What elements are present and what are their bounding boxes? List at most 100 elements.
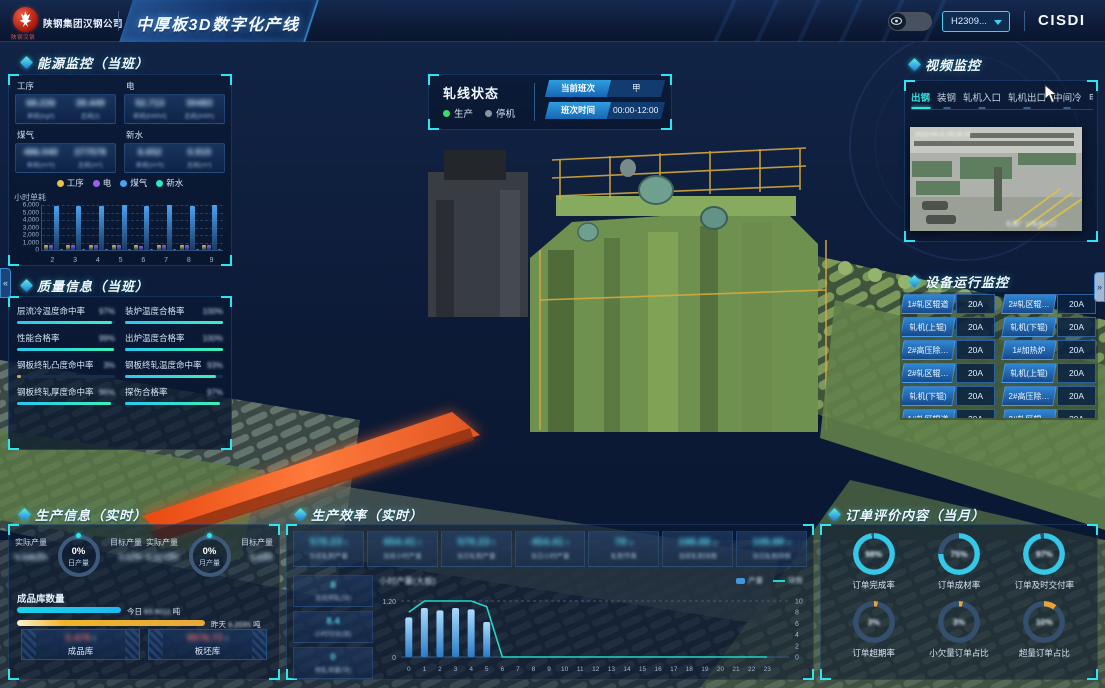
- efficiency-stat-label: 当日小时产量: [516, 550, 585, 560]
- hour-x-label: 5: [485, 666, 489, 673]
- equipment-row: 轧机(上辊)20A轧机(下辊)20A: [902, 317, 1096, 337]
- status-label: 生产: [454, 106, 473, 120]
- y-tick-label: 3,000: [23, 224, 39, 231]
- bar-煤气: [54, 206, 59, 250]
- donut-label: 小欠量订单占比: [916, 647, 1001, 659]
- production-gauge: 实际产量0.317万t0%月产量目标产量5.0万t: [144, 531, 275, 589]
- energy-stat-value: 0.915: [175, 147, 225, 158]
- panel-collapse-left[interactable]: «: [0, 268, 11, 298]
- bar-group: [178, 205, 201, 250]
- energy-stat-value: 52.713: [125, 98, 175, 109]
- bar-电: [49, 245, 53, 250]
- quality-metric-row: 出炉温度合格率100%: [125, 332, 223, 344]
- hour-x-label: 0: [407, 666, 411, 673]
- line-status-title: 轧线状态: [443, 83, 499, 102]
- energy-stat-unit: 总耗(m³): [175, 159, 225, 169]
- shift-field-value-text: 甲: [632, 80, 641, 97]
- energy-stat-unit: 单耗(kWh/t): [125, 110, 175, 120]
- donut-label: 订单及时交付率: [1002, 579, 1087, 591]
- shift-field[interactable]: 班次时间00:00-12:00: [545, 102, 665, 119]
- equipment-row: 2#高压除…20A1#加热炉20A: [902, 340, 1096, 360]
- energy-stat-unit: 总耗(kWh): [175, 110, 225, 120]
- production-gauge: 实际产量0.045万t0%日产量目标产量0.5万t: [13, 531, 144, 589]
- production-panel-title: 生产信息（实时）: [20, 505, 147, 524]
- inventory-card-unit: t: [226, 636, 228, 643]
- quality-metric-grid: 层流冷温度命中率97%装炉温度合格率100%性能合格率99%出炉温度合格率100…: [17, 305, 223, 405]
- quality-metric-label: 钢板终轧温度命中率: [125, 359, 202, 371]
- efficiency-mini-value: 8: [294, 580, 372, 591]
- equipment-panel-title: 设备运行监控: [910, 272, 1009, 291]
- quality-metric-fill: [125, 348, 223, 351]
- video-panel-title: 视频监控: [910, 55, 981, 74]
- hour-bar: [421, 608, 428, 657]
- equipment-row: 1#轧区辊道20A2#轧区辊…20A: [902, 294, 1096, 314]
- legend-marker: [736, 578, 745, 584]
- scheme-dropdown[interactable]: H2309...: [942, 11, 1010, 32]
- energy-stat: 277578总耗(m³): [66, 144, 116, 172]
- legend-item[interactable]: 工序: [57, 177, 84, 189]
- chevron-down-icon: [994, 20, 1002, 25]
- right-tick: 0: [795, 655, 799, 662]
- bar-group: [65, 205, 88, 250]
- y-tick-label: 2,000: [23, 232, 39, 239]
- legend-item[interactable]: 煤气: [120, 177, 147, 189]
- equipment-value: 20A: [956, 340, 995, 360]
- donut-percent: 98%: [831, 549, 916, 559]
- equipment-cell: 轧机(下辊)20A: [902, 386, 995, 406]
- video-tab-电动辊道[interactable]: 电动辊道: [1089, 90, 1093, 109]
- video-tab-轧机出口[interactable]: 轧机出口: [1008, 90, 1046, 109]
- inventory-card-label: 成品库: [22, 645, 139, 657]
- equipment-label: 1#轧区辊道: [902, 409, 956, 418]
- inventory-bar-text: 今日 63.6011 吨: [127, 606, 180, 617]
- equipment-label-text: 轧机(下辊): [1004, 318, 1054, 336]
- hour-x-label: 9: [547, 666, 551, 673]
- hour-x-label: 11: [577, 666, 584, 673]
- hour-bar: [483, 622, 490, 657]
- efficiency-mini-label: 当班开轧(块): [294, 592, 372, 602]
- efficiency-stat-value: 454.41 t: [516, 536, 585, 548]
- inventory-card-value: 8876.72 t: [149, 633, 266, 644]
- hour-x-label: 16: [655, 666, 663, 673]
- bar-工序: [44, 245, 48, 250]
- production-gauges: 实际产量0.045万t0%日产量目标产量0.5万t实际产量0.317万t0%月产…: [13, 531, 275, 589]
- bar-新水: [60, 249, 63, 250]
- legend-item[interactable]: 块数: [773, 575, 803, 586]
- ring-percent: 0%: [62, 546, 96, 557]
- legend-item[interactable]: 产量: [736, 575, 763, 586]
- efficiency-stat-value: 108.88 s: [737, 536, 806, 548]
- x-tick-label: 3: [64, 257, 87, 264]
- video-feed[interactable]: 2023-09-11 09:28:14 轧钢厂 1#轧机入口: [910, 127, 1082, 231]
- panel-collapse-right[interactable]: »: [1094, 272, 1105, 302]
- energy-group-box: 486.040单耗(m³/t)277578总耗(m³): [15, 143, 116, 173]
- right-tick: 2: [795, 643, 799, 650]
- video-tab-中间冷[interactable]: 中间冷: [1053, 90, 1082, 109]
- video-tab-轧机入口[interactable]: 轧机入口: [963, 90, 1001, 109]
- hour-x-label: 8: [532, 666, 536, 673]
- legend-label: 工序: [67, 177, 84, 189]
- quality-metric-track: [17, 402, 115, 405]
- quality-metric-row: 钢板终轧温度命中率93%: [125, 359, 223, 371]
- legend-item[interactable]: 新水: [156, 177, 183, 189]
- status-dot: [443, 110, 450, 117]
- legend-item[interactable]: 电: [93, 177, 112, 189]
- quality-metric-track: [125, 321, 223, 324]
- order-donut: 75%订单成材率: [916, 533, 1001, 591]
- bar-煤气: [122, 205, 127, 250]
- shift-field[interactable]: 当前班次甲: [545, 80, 665, 97]
- equipment-value: 20A: [1057, 363, 1096, 383]
- equipment-cell: 2#高压除…20A: [902, 340, 995, 360]
- hour-bar: [436, 610, 443, 657]
- donut-percent: 75%: [916, 549, 1001, 559]
- hour-x-label: 10: [561, 666, 569, 673]
- cctv-image: 2023-09-11 09:28:14 轧钢厂 1#轧机入口: [910, 127, 1082, 231]
- quality-panel-title: 质量信息（当班）: [22, 276, 149, 295]
- efficiency-stat-card: 198.88 s当班轧制块数: [662, 531, 733, 567]
- eye-icon: [891, 17, 902, 25]
- visibility-toggle[interactable]: [888, 12, 932, 31]
- energy-stat-value: 68.226: [16, 98, 66, 109]
- scheme-dropdown-value: H2309...: [951, 16, 987, 27]
- video-tab-装钢[interactable]: 装钢: [937, 90, 956, 109]
- inventory-bar-unit: 吨: [173, 607, 181, 616]
- hour-x-label: 18: [686, 666, 694, 673]
- video-tab-出钢[interactable]: 出钢: [911, 90, 930, 109]
